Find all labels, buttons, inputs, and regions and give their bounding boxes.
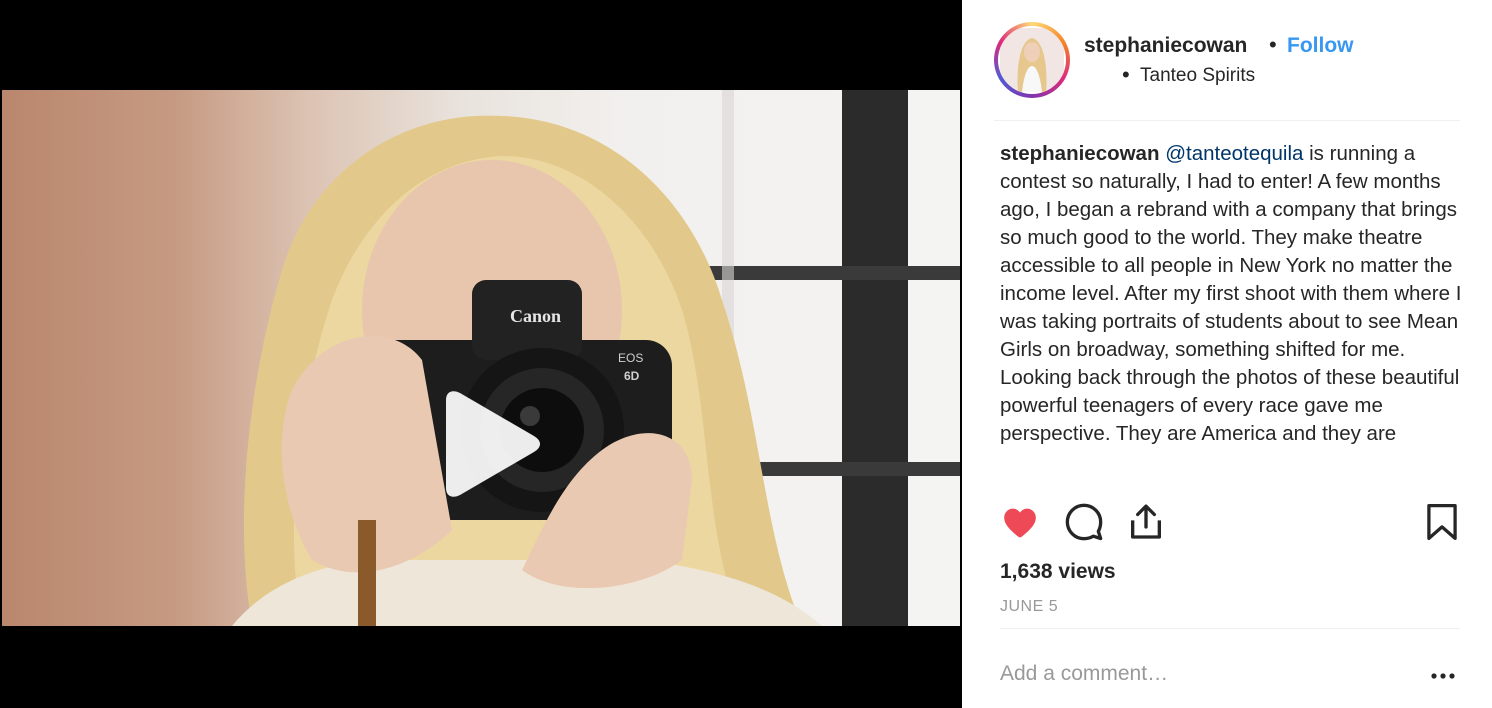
play-button[interactable] — [438, 390, 542, 498]
media-area: Canon EOS 6D — [0, 0, 962, 708]
camera-model-number-label: 6D — [624, 369, 640, 383]
avatar[interactable] — [994, 22, 1070, 98]
more-options-icon[interactable] — [1428, 666, 1458, 686]
bookmark-icon[interactable] — [1424, 502, 1460, 542]
username-link[interactable]: stephaniecowan — [1084, 34, 1247, 58]
location-link[interactable]: Tanteo Spirits — [1140, 65, 1255, 87]
heart-icon[interactable] — [1000, 502, 1040, 542]
share-icon[interactable] — [1126, 502, 1166, 542]
post-header: stephaniecowan • Follow • Tanteo Spirits — [994, 18, 1460, 120]
location-bullet: • — [1122, 62, 1130, 87]
caption-username[interactable]: stephaniecowan — [1000, 142, 1160, 165]
caption-scroll-area[interactable]: stephaniecowan @tanteotequila is running… — [1000, 140, 1466, 490]
action-bar — [1000, 502, 1460, 548]
separator-dot: • — [1269, 32, 1277, 57]
avatar-image — [998, 26, 1066, 94]
caption-mention[interactable]: @tanteotequila — [1165, 142, 1303, 165]
comment-divider — [1000, 628, 1460, 629]
camera-brand-label: Canon — [510, 306, 561, 326]
camera-model-label: EOS — [618, 351, 643, 365]
video-frame-illustration: Canon EOS 6D — [232, 90, 960, 626]
follow-button[interactable]: Follow — [1287, 34, 1354, 58]
comment-icon[interactable] — [1064, 502, 1104, 542]
comment-input[interactable] — [1000, 656, 1400, 692]
video-player[interactable]: Canon EOS 6D — [2, 90, 960, 626]
avatar-portrait — [1000, 28, 1064, 92]
caption: stephaniecowan @tanteotequila is running… — [1000, 140, 1466, 448]
view-count[interactable]: 1,638 views — [1000, 560, 1116, 584]
post-date: JUNE 5 — [1000, 598, 1059, 615]
post-details-panel: stephaniecowan • Follow • Tanteo Spirits… — [962, 0, 1492, 708]
header-divider — [994, 120, 1460, 121]
caption-text: is running a contest so naturally, I had… — [1000, 142, 1462, 445]
play-icon — [446, 391, 540, 497]
